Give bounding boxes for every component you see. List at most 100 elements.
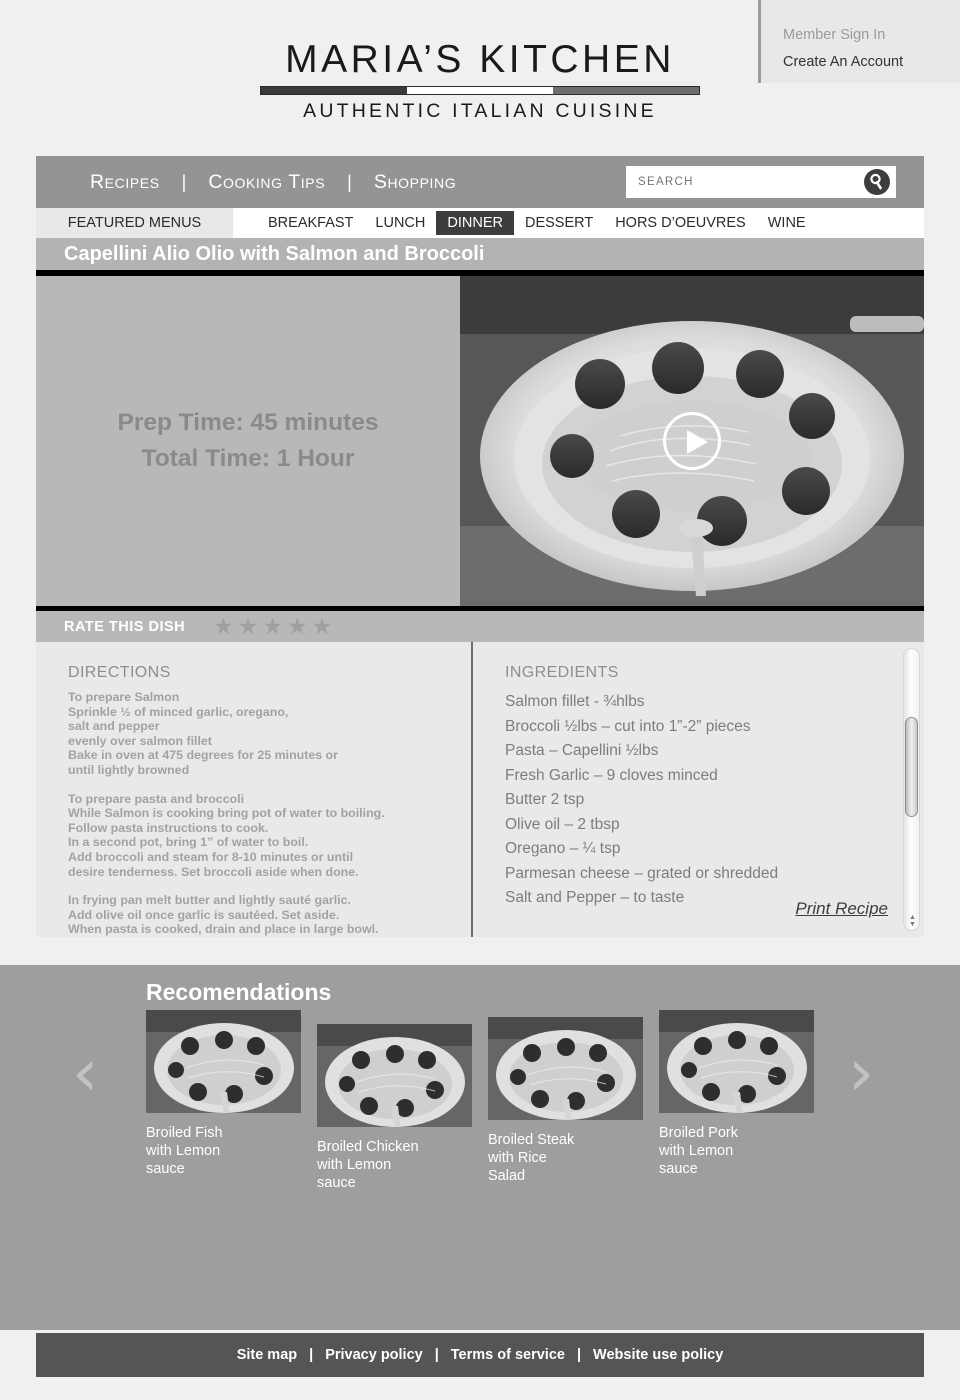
recommendation-cards: Broiled Fish with Lemon sauce Broiled Ch… [146, 1010, 830, 1192]
footer-separator: | [576, 1347, 582, 1363]
footer-link-site-map[interactable]: Site map [237, 1347, 297, 1363]
ingredient-item: Butter 2 tsp [505, 791, 585, 808]
star-1[interactable]: ★ [213, 615, 234, 638]
recommendation-thumbnail[interactable] [146, 1010, 301, 1113]
main-navbar: Recipes | Cooking Tips | Shopping [36, 156, 924, 208]
logo-subtitle: AUTHENTIC ITALIAN CUISINE [303, 100, 657, 122]
prev-arrow-icon[interactable]: ‹ [72, 1040, 98, 1106]
star-4[interactable]: ★ [287, 615, 308, 638]
ingredient-item: Fresh Garlic – 9 cloves minced [505, 766, 718, 784]
direction-line: Bake in oven at 475 degrees for 25 minut… [68, 748, 338, 763]
directions-block-3: In frying pan melt butter and lightly sa… [68, 893, 471, 937]
logo-title: MARIA’S KITCHEN [285, 38, 675, 81]
direction-line: In a second pot, bring 1” of water to bo… [68, 835, 309, 850]
footer-separator: | [309, 1347, 314, 1363]
ingredient-item: Olive oil – 2 tbsp [505, 815, 620, 833]
ingredients-heading: INGREDIENTS [505, 664, 619, 681]
scrollbar-arrows[interactable]: ▲ ▼ [907, 914, 918, 928]
direction-line: To prepare pasta and broccoli [68, 791, 245, 806]
list-item[interactable]: Broiled Chicken with Lemon sauce [317, 1024, 472, 1192]
directions-block-2: To prepare pasta and broccoli While Salm… [68, 792, 471, 880]
menu-item-wine[interactable]: WINE [757, 211, 817, 235]
total-time-text: Total Time: 1 Hour [141, 445, 355, 472]
nav-separator: | [347, 171, 352, 192]
direction-line: Follow pasta instructions to cook. [68, 820, 269, 835]
page-container: Recipes | Cooking Tips | Shopping FEATUR… [36, 156, 924, 937]
star-rating[interactable]: ★ ★ ★ ★ ★ [213, 615, 332, 638]
recommendation-thumbnail[interactable] [659, 1010, 814, 1113]
direction-line: In frying pan melt butter and lightly sa… [68, 893, 351, 908]
star-5[interactable]: ★ [312, 615, 333, 638]
page-title: Capellini Alio Olio with Salmon and Broc… [64, 242, 485, 265]
dish-thumb-icon [488, 1017, 643, 1120]
recommendations-title: Recomendations [146, 979, 332, 1005]
site-logo[interactable]: MARIA’S KITCHEN AUTHENTIC ITALIAN CUISIN… [0, 38, 960, 124]
direction-line: evenly over salmon fillet [68, 733, 212, 748]
direction-line: Add broccoli and steam for 8-10 minutes … [68, 849, 354, 864]
list-item[interactable]: Broiled Fish with Lemon sauce [146, 1010, 301, 1192]
ingredient-item: Broccoli ½lbs – cut into 1”-2” pieces [505, 717, 751, 735]
recommendation-label[interactable]: Broiled Pork with Lemon sauce [659, 1124, 814, 1178]
directions-heading: DIRECTIONS [68, 664, 171, 681]
star-2[interactable]: ★ [238, 615, 259, 638]
recommendation-thumbnail[interactable] [488, 1017, 643, 1120]
recipe-video[interactable] [460, 276, 924, 606]
nav-item-cooking-tips[interactable]: Cooking Tips [208, 171, 325, 194]
recommendation-label[interactable]: Broiled Fish with Lemon sauce [146, 1124, 301, 1178]
menu-items-list: BREAKFAST LUNCH DINNER DESSERT HORS D’OE… [233, 208, 924, 238]
list-item[interactable]: Broiled Pork with Lemon sauce [659, 1010, 814, 1192]
footer-link-website-use-policy[interactable]: Website use policy [593, 1347, 723, 1363]
menu-strip: FEATURED MENUS BREAKFAST LUNCH DINNER DE… [36, 208, 924, 238]
direction-line: To prepare Salmon [68, 690, 180, 704]
prep-time-text: Prep Time: 45 minutes [117, 409, 379, 436]
directions-panel: DIRECTIONS To prepare Salmon Sprinkle ½ … [36, 642, 473, 937]
rate-dish-label: RATE THIS DISH [64, 618, 186, 635]
recipe-time-panel: Prep Time: 45 minutes Total Time: 1 Hour [36, 276, 460, 606]
recommendations-section: Recomendations Broiled Fish with Lemon s… [0, 965, 960, 1330]
search-input[interactable] [626, 166, 864, 198]
ingredients-panel: INGREDIENTS Salmon fillet - ¾hlbs Brocco… [473, 642, 924, 937]
next-arrow-icon[interactable]: › [848, 1040, 874, 1106]
dish-thumb-icon [146, 1010, 301, 1113]
recommendation-thumbnail[interactable] [317, 1024, 472, 1127]
search-icon[interactable] [864, 169, 890, 195]
menu-item-breakfast[interactable]: BREAKFAST [257, 211, 364, 235]
ingredient-item: Parmesan cheese – grated or shredded [505, 864, 779, 882]
top-bar: Member Sign In Create An Account MARIA’S… [0, 0, 960, 140]
direction-line: When pasta is cooked, drain and place in… [68, 922, 379, 937]
recipe-content: DIRECTIONS To prepare Salmon Sprinkle ½ … [36, 642, 924, 937]
direction-line: salt and pepper [68, 719, 160, 734]
site-footer: Site map | Privacy policy | Terms of ser… [36, 1333, 924, 1377]
print-recipe-link[interactable]: Print Recipe [795, 899, 888, 919]
menu-item-dessert[interactable]: DESSERT [514, 211, 604, 235]
content-scrollbar[interactable]: ▲ ▼ [903, 648, 920, 931]
scrollbar-thumb[interactable] [905, 717, 918, 817]
nav-item-shopping[interactable]: Shopping [374, 171, 456, 194]
star-3[interactable]: ★ [262, 615, 283, 638]
list-item[interactable]: Broiled Steak with Rice Salad [488, 1017, 643, 1192]
nav-item-recipes[interactable]: Recipes [90, 171, 160, 194]
featured-menus-tab[interactable]: FEATURED MENUS [36, 208, 233, 238]
direction-line: While Salmon is cooking bring pot of wat… [68, 806, 385, 821]
play-icon[interactable] [663, 412, 721, 470]
menu-item-dinner[interactable]: DINNER [436, 211, 514, 235]
menu-item-lunch[interactable]: LUNCH [364, 211, 436, 235]
ingredient-item: Pasta – Capellini ½lbs [505, 742, 659, 759]
hero-section: Prep Time: 45 minutes Total Time: 1 Hour [36, 276, 924, 606]
direction-line: Add olive oil once garlic is sautéed. Se… [68, 907, 340, 922]
footer-link-privacy-policy[interactable]: Privacy policy [325, 1347, 423, 1363]
directions-block-1: To prepare Salmon Sprinkle ½ of minced g… [68, 690, 471, 778]
direction-line: desire tenderness. Set broccoli aside wh… [68, 864, 359, 879]
recommendation-label[interactable]: Broiled Chicken with Lemon sauce [317, 1138, 472, 1192]
search-bar [626, 166, 896, 198]
dish-thumb-icon [317, 1024, 472, 1127]
logo-flag-bar [260, 86, 700, 95]
rate-dish-bar: RATE THIS DISH ★ ★ ★ ★ ★ [36, 606, 924, 642]
menu-item-hors-doeuvres[interactable]: HORS D’OEUVRES [604, 211, 757, 235]
footer-separator: | [434, 1347, 439, 1363]
recommendation-label[interactable]: Broiled Steak with Rice Salad [488, 1131, 643, 1185]
footer-link-terms-of-service[interactable]: Terms of service [451, 1347, 565, 1363]
nav-separator: | [181, 171, 187, 192]
